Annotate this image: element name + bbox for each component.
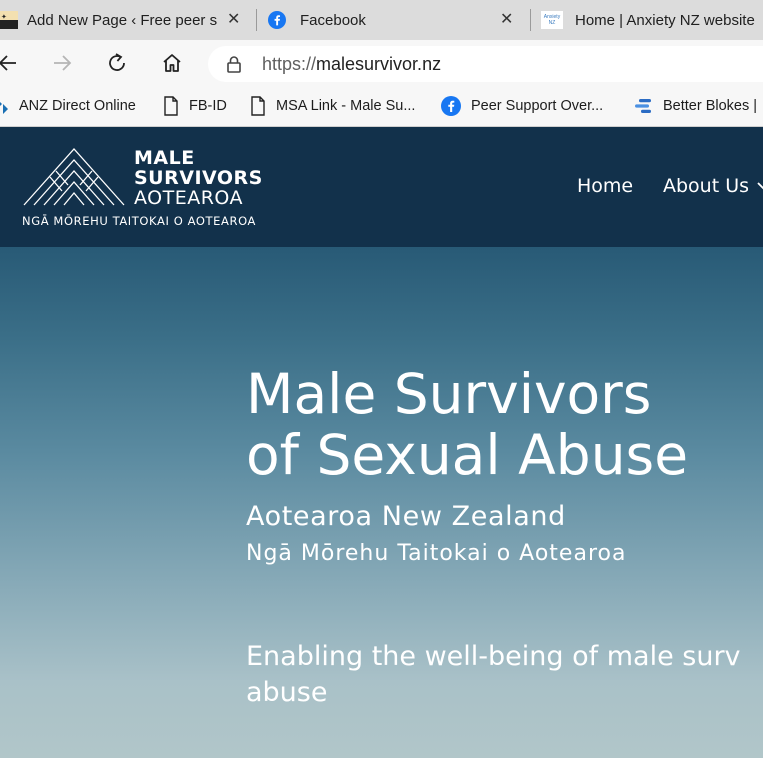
tab-facebook[interactable]: Facebook ✕ bbox=[268, 0, 526, 40]
anxiety-nz-logo-text: Anxiety NZ bbox=[543, 14, 561, 26]
url-host: malesurvivor.nz bbox=[316, 54, 442, 74]
navigation-toolbar: https://malesurvivor.nz bbox=[0, 40, 763, 86]
better-blokes-icon bbox=[635, 99, 651, 113]
brand-line-male: MALE bbox=[134, 147, 195, 169]
bookmark-label: FB-ID bbox=[189, 98, 227, 114]
url-text: https://malesurvivor.nz bbox=[262, 54, 441, 75]
bookmark-fb-id[interactable]: FB-ID bbox=[163, 95, 227, 117]
url-scheme: https:// bbox=[262, 54, 317, 74]
chevron-down-icon bbox=[757, 182, 763, 190]
bookmark-peer-support[interactable]: Peer Support Over... bbox=[441, 95, 603, 117]
mountain-logo-icon[interactable] bbox=[22, 147, 126, 207]
close-icon[interactable]: ✕ bbox=[227, 11, 240, 29]
tab-title: Home | Anxiety NZ website bbox=[575, 11, 755, 29]
facebook-icon bbox=[268, 11, 286, 29]
hero-subtitle: Aotearoa New Zealand bbox=[246, 501, 566, 532]
tab-anxiety-nz[interactable]: Anxiety NZ Home | Anxiety NZ website bbox=[541, 0, 763, 40]
tab-separator bbox=[256, 9, 257, 31]
back-button[interactable] bbox=[0, 49, 22, 77]
bookmark-label: ANZ Direct Online bbox=[19, 98, 136, 114]
bookmark-msa-link[interactable]: MSA Link - Male Su... bbox=[250, 95, 415, 117]
tab-title: Facebook bbox=[300, 11, 366, 29]
home-button[interactable] bbox=[158, 49, 186, 77]
nav-about-us-label: About Us bbox=[663, 175, 750, 197]
anxiety-nz-favicon-icon: Anxiety NZ bbox=[541, 11, 563, 29]
anz-icon bbox=[0, 102, 8, 114]
tab-strip: ✦ Add New Page ‹ Free peer support ✕ Fac… bbox=[0, 0, 763, 40]
hero-section: Male Survivors of Sexual Abuse Aotearoa … bbox=[0, 247, 763, 758]
refresh-button[interactable] bbox=[103, 49, 131, 77]
hero-title-line2: of Sexual Abuse bbox=[246, 423, 689, 487]
facebook-icon bbox=[441, 96, 461, 116]
bookmark-label: Peer Support Over... bbox=[471, 98, 604, 114]
tab-add-new-page[interactable]: ✦ Add New Page ‹ Free peer support ✕ bbox=[0, 0, 252, 40]
forward-button[interactable] bbox=[48, 49, 76, 77]
hero-subtitle-maori: Ngā Mōrehu Taitokai o Aotearoa bbox=[246, 541, 627, 566]
nav-home-link[interactable]: Home bbox=[577, 175, 633, 197]
tab-separator bbox=[530, 9, 531, 31]
close-icon[interactable]: ✕ bbox=[500, 11, 513, 29]
refresh-icon bbox=[109, 53, 125, 71]
bookmarks-bar: ANZ Direct Online FB-ID MSA Link - Male … bbox=[0, 86, 763, 127]
forward-arrow-icon bbox=[54, 55, 72, 71]
nav-about-us-link[interactable]: About Us bbox=[663, 175, 763, 197]
back-arrow-icon bbox=[0, 55, 16, 71]
hero-title-line1: Male Survivors bbox=[246, 362, 652, 426]
lock-icon[interactable] bbox=[224, 54, 244, 74]
blog-favicon-icon: ✦ bbox=[0, 11, 18, 29]
bookmark-label: Better Blokes | bbox=[663, 98, 758, 114]
bookmark-better-blokes[interactable]: Better Blokes | bbox=[633, 95, 757, 117]
hero-tagline-line2: abuse bbox=[246, 677, 328, 708]
address-bar[interactable]: https://malesurvivor.nz bbox=[208, 46, 763, 82]
brand-line-aotearoa: AOTEAROA bbox=[134, 187, 244, 209]
brand-line-survivors: SURVIVORS bbox=[134, 167, 263, 189]
home-icon bbox=[163, 54, 181, 72]
site-header: MALE SURVIVORS AOTEAROA NGĀ MŌREHU TAITO… bbox=[0, 127, 763, 247]
bookmark-label: MSA Link - Male Su... bbox=[276, 98, 416, 114]
brand-subtitle: NGĀ MŌREHU TAITOKAI O AOTEAROA bbox=[22, 214, 256, 228]
page-icon bbox=[164, 96, 178, 116]
hero-tagline-line1: Enabling the well-being of male surv bbox=[246, 641, 741, 672]
bookmark-anz-direct-online[interactable]: ANZ Direct Online bbox=[0, 95, 136, 117]
tab-title: Add New Page ‹ Free peer support bbox=[27, 11, 217, 29]
page-icon bbox=[251, 96, 265, 116]
